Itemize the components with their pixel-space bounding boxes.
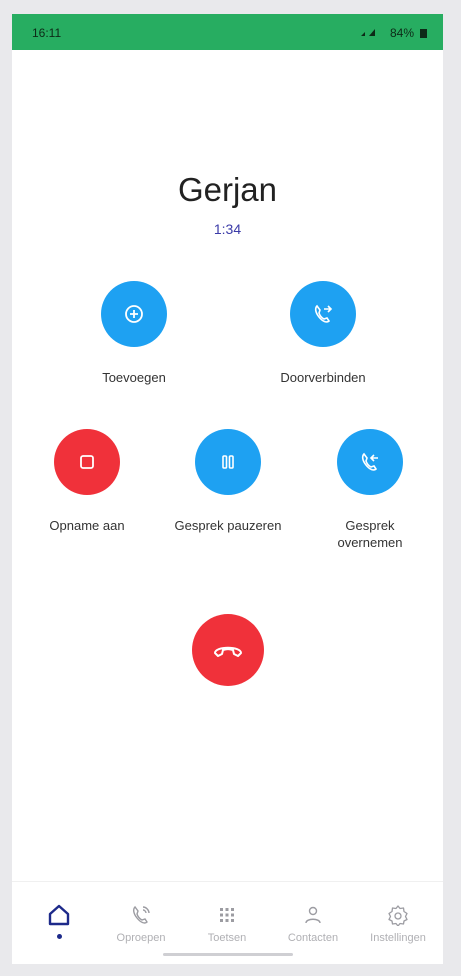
nav-label-settings: Instellingen [370, 932, 426, 944]
battery-icon [420, 28, 427, 38]
nav-item-keypad[interactable]: Toetsen [184, 902, 270, 944]
add-icon [101, 281, 167, 347]
contacts-icon [270, 902, 356, 928]
pause-icon [195, 429, 261, 495]
gesture-bar[interactable] [163, 953, 293, 956]
phone-screen: 16:11 84% Gerjan 1:34 Toevoegen Doorverb… [12, 14, 443, 964]
record-label: Opname aan [49, 518, 125, 533]
hang-up-button[interactable] [192, 614, 264, 686]
settings-icon [355, 902, 441, 928]
stop-icon [54, 429, 120, 495]
status-bar: 16:11 84% [12, 14, 443, 50]
battery-level: 84% [389, 26, 414, 40]
hang-up-icon [214, 646, 242, 657]
keypad-icon [184, 902, 270, 928]
caller-name: Gerjan [177, 171, 278, 208]
record-button[interactable]: Opname aan [17, 429, 157, 534]
phone-forward-icon [290, 281, 356, 347]
nav-item-settings[interactable]: Instellingen [355, 902, 441, 944]
nav-item-home[interactable] [16, 902, 102, 939]
call-timer: 1:34 [213, 221, 242, 237]
home-icon [16, 902, 102, 928]
hold-label: Gesprek pauzeren [174, 518, 282, 533]
nav-label-calls: Oproepen [116, 932, 166, 944]
signal-icon [360, 27, 386, 40]
nav-item-calls[interactable]: Oproepen [98, 902, 184, 944]
takeover-button[interactable]: Gesprek overnemen [300, 429, 440, 551]
takeover-label: Gesprek overnemen [337, 518, 403, 550]
bottom-navigation: Oproepen Toetsen Contacten Instellingen [12, 881, 443, 964]
nav-item-contacts[interactable]: Contacten [270, 902, 356, 944]
transfer-label: Doorverbinden [280, 370, 366, 385]
status-time: 16:11 [32, 26, 62, 40]
hold-button[interactable]: Gesprek pauzeren [158, 429, 298, 534]
nav-label-contacts: Contacten [287, 932, 339, 944]
phone-incoming-icon [337, 429, 403, 495]
transfer-button[interactable]: Doorverbinden [253, 281, 393, 386]
phone-calls-icon [98, 902, 184, 928]
add-call-label: Toevoegen [102, 370, 166, 385]
nav-label-keypad: Toetsen [207, 932, 247, 944]
active-indicator [56, 934, 62, 939]
status-indicators: 84% [360, 26, 427, 40]
add-call-button[interactable]: Toevoegen [64, 281, 204, 386]
